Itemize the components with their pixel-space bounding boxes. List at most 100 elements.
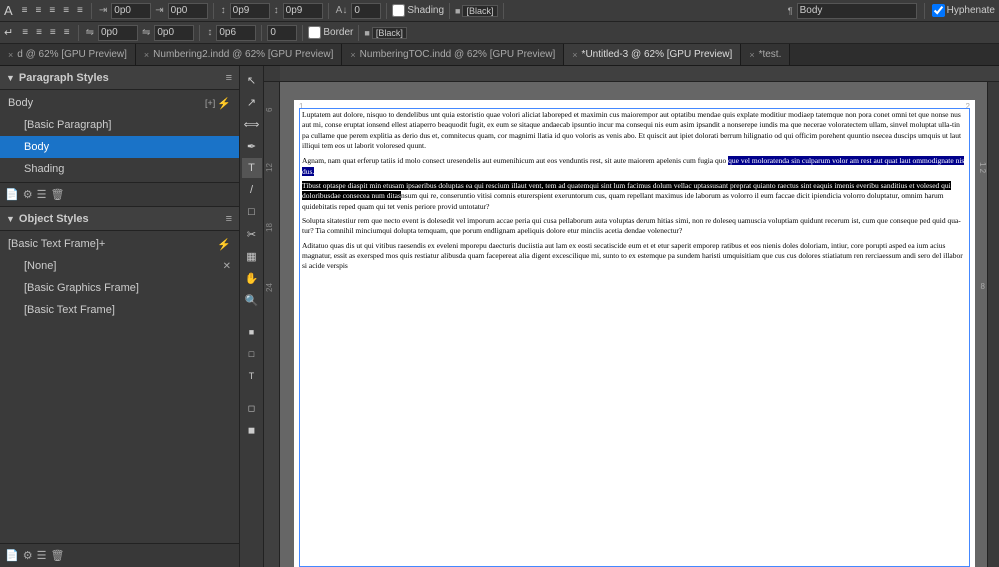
tab-close-2[interactable]: × (350, 50, 355, 60)
style-item-shading[interactable]: Shading (0, 158, 239, 180)
hand-tool-btn[interactable]: ✋ (242, 268, 262, 288)
sep2 (213, 3, 214, 19)
selected-text-black: Tibust optaspe diaspit min etusam ipsaer… (302, 181, 951, 200)
para-toolbar-icon1-btn[interactable]: 📄 (4, 188, 20, 201)
style-item-basic-para[interactable]: [Basic Paragraph] (0, 114, 239, 136)
para-toolbar-icon2-btn[interactable]: ⚙ (22, 188, 34, 201)
para-toolbar-icon3-btn[interactable]: ☰ (36, 188, 48, 201)
tab-3[interactable]: × *Untitled-3 @ 62% [GPU Preview] (564, 44, 741, 65)
align-right-btn[interactable]: ≡ (46, 4, 58, 17)
style-obj-icon: ⚡ (217, 238, 231, 251)
row2-align1-btn[interactable]: ≡ (19, 26, 31, 39)
gradient-tool-btn[interactable]: ▦ (242, 246, 262, 266)
para-5: Aditatuo quas dis ut qui vitibus raesend… (302, 241, 967, 272)
zoom-tool-btn[interactable]: 🔍 (242, 290, 262, 310)
color-swatch2-icon: ■ (364, 28, 369, 38)
color1-display: [Black] (462, 5, 497, 17)
fill-color-btn[interactable]: ■ (242, 322, 262, 342)
page-left-num: 1 (299, 102, 303, 111)
object-styles-header[interactable]: ▼ Object Styles ≡ (0, 207, 239, 231)
tab-bar: × d @ 62% [GPU Preview] × Numbering2.ind… (0, 44, 999, 66)
align-left-btn[interactable]: ≡ (19, 4, 31, 17)
para-new-btn[interactable]: ≡ (225, 72, 233, 84)
drop-cap-icon: A↓ (334, 5, 350, 16)
scrollbar-vertical[interactable] (987, 82, 999, 567)
row2-input3[interactable] (216, 25, 256, 41)
border-checkbox[interactable] (308, 26, 321, 39)
sep1 (91, 3, 92, 19)
stroke-color-btn[interactable]: □ (242, 344, 262, 364)
rect-tool-btn[interactable]: □ (242, 202, 262, 222)
obj-toolbar-icon4-btn[interactable]: 🗑 (49, 549, 65, 562)
style-item-basic-text-frame-top[interactable]: [Basic Text Frame]+ ⚡ (0, 233, 239, 255)
row2-align3-btn[interactable]: ≡ (47, 26, 59, 39)
row2-align2-btn[interactable]: ≡ (33, 26, 45, 39)
indent-input2[interactable] (168, 3, 208, 19)
document-page: Luptatem aut dolore, nisquo to dendelibu… (294, 100, 975, 567)
obj-toolbar-icon3-btn[interactable]: ☰ (36, 549, 48, 562)
row2-spacing-icon: ⇋ (84, 27, 96, 38)
select-tool-btn[interactable]: ↖ (242, 70, 262, 90)
drop-cap-input[interactable] (351, 3, 381, 19)
tab-2[interactable]: × NumberingTOC.indd @ 62% [GPU Preview] (342, 44, 564, 65)
style-item-body-selected[interactable]: Body (0, 136, 239, 158)
shading-check-label[interactable]: Shading (392, 4, 444, 17)
style-input[interactable] (797, 3, 917, 19)
style-body-icon: ⚡ (217, 97, 231, 110)
space-after-icon: ↕ (272, 5, 281, 16)
style-item-basic-graphics[interactable]: [Basic Graphics Frame] (0, 277, 239, 299)
sep11 (302, 25, 303, 41)
normal-mode-btn[interactable]: ◻ (242, 398, 262, 418)
obj-toolbar-icon2-btn[interactable]: ⚙ (22, 549, 34, 562)
type-tool-btn active[interactable]: T (242, 158, 262, 178)
scroll-content[interactable]: Luptatem aut dolore, nisquo to dendelibu… (280, 82, 987, 567)
row2-icon: ↵ (4, 26, 13, 39)
row2-input1[interactable] (98, 25, 138, 41)
align-center-btn[interactable]: ≡ (33, 4, 45, 17)
direct-select-btn[interactable]: ↗ (242, 92, 262, 112)
hyphenate-check-label[interactable]: Hyphenate (932, 4, 995, 17)
space-before-input[interactable] (230, 3, 270, 19)
toolbar-row1: A ≡ ≡ ≡ ≡ ≡ ⇥ ⇥ ↕ ↕ A↓ Shading ■ [Black]… (0, 0, 999, 22)
selected-text-blue: que vel moloratenda sin culparum volor a… (302, 156, 964, 175)
text-frame-icon: A (4, 3, 13, 18)
row2-align4-btn[interactable]: ≡ (61, 26, 73, 39)
paragraph-styles-header[interactable]: ▼ Paragraph Styles ≡ (0, 66, 239, 90)
hyphenate-checkbox[interactable] (932, 4, 945, 17)
border-check-label[interactable]: Border (308, 26, 353, 39)
format-btn[interactable]: T (242, 366, 262, 386)
tools-column: ↖ ↗ ⟺ ✒ T / □ ✂ ▦ ✋ 🔍 ■ □ T ◻ ◼ (240, 66, 264, 567)
para-toolbar-icon4-btn[interactable]: 🗑 (49, 188, 65, 201)
ruler-horizontal: 6 12 18 24 30 36 42 48 (264, 66, 999, 82)
tab-close-1[interactable]: × (144, 50, 149, 60)
align-justify-btn[interactable]: ≡ (60, 4, 72, 17)
style-basic-text-frame-label: [Basic Text Frame] (24, 304, 231, 316)
paragraph-styles-section: ▼ Paragraph Styles ≡ Body [+] ⚡ [Basic P… (0, 66, 239, 207)
indent-input1[interactable] (111, 3, 151, 19)
tab-close-4[interactable]: × (749, 50, 754, 60)
style-item-body-top[interactable]: Body [+] ⚡ (0, 92, 239, 114)
space-after-input[interactable] (283, 3, 323, 19)
line-tool-btn[interactable]: / (242, 180, 262, 200)
tab-0[interactable]: × d @ 62% [GPU Preview] (0, 44, 136, 65)
align-justify2-btn[interactable]: ≡ (74, 4, 86, 17)
pen-tool-btn[interactable]: ✒ (242, 136, 262, 156)
para-panel-toolbar: 📄 ⚙ ☰ 🗑 (0, 182, 239, 206)
left-panel: ▼ Paragraph Styles ≡ Body [+] ⚡ [Basic P… (0, 66, 240, 567)
row2-input4[interactable] (267, 25, 297, 41)
tab-close-0[interactable]: × (8, 50, 13, 60)
tab-close-3[interactable]: × (572, 50, 577, 60)
style-item-none[interactable]: [None] ✕ (0, 255, 239, 277)
style-item-basic-text-frame[interactable]: [Basic Text Frame] (0, 299, 239, 321)
preview-mode-btn[interactable]: ◼ (242, 420, 262, 440)
scissors-tool-btn[interactable]: ✂ (242, 224, 262, 244)
row2-input2[interactable] (154, 25, 194, 41)
tab-1[interactable]: × Numbering2.indd @ 62% [GPU Preview] (136, 44, 343, 65)
tab-4[interactable]: × *test. (741, 44, 790, 65)
style-none-label: [None] (24, 260, 223, 272)
gap-tool-btn[interactable]: ⟺ (242, 114, 262, 134)
obj-new-btn[interactable]: ≡ (225, 213, 233, 225)
style-area: ¶ Hyphenate (788, 3, 995, 19)
shading-checkbox[interactable] (392, 4, 405, 17)
obj-toolbar-icon1-btn[interactable]: 📄 (4, 549, 20, 562)
